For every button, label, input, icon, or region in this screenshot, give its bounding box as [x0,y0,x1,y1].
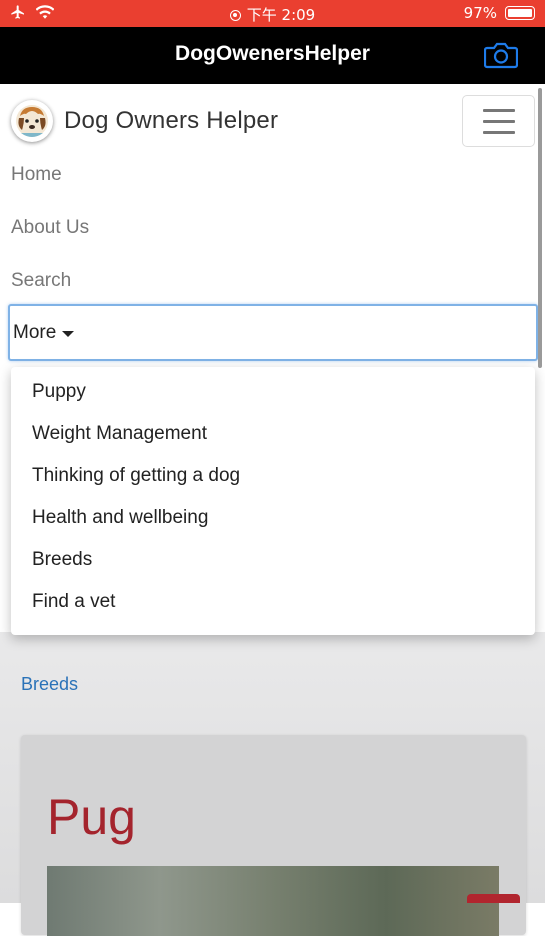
breadcrumb-breeds-link[interactable]: Breeds [21,674,78,695]
more-dropdown-toggle[interactable]: More [8,304,538,361]
battery-percent: 97% [463,4,497,22]
hamburger-icon-bar-2 [483,120,515,123]
breed-photo [47,866,499,936]
webview: Dog Owners Helper Home About Us Search B… [0,84,545,936]
status-bar: 下午 2:09 97% [0,0,545,27]
floating-tab[interactable] [467,894,520,903]
status-time-text: 下午 2:09 [246,6,316,24]
dropdown-item-find-a-vet[interactable]: Find a vet [32,591,115,613]
caret-down-icon [62,331,74,337]
camera-icon[interactable] [484,41,518,69]
breed-card: Pug [21,735,526,936]
app-bar: DogOwenersHelper [0,27,545,84]
navbar-toggle-button[interactable] [462,95,535,147]
brand-logo [11,100,53,142]
more-dropdown-menu: Puppy Weight Management Thinking of gett… [11,367,535,635]
nav-link-search[interactable]: Search [11,270,71,292]
hamburger-icon-bar-3 [483,131,515,134]
brand[interactable]: Dog Owners Helper [11,100,278,142]
scrollbar[interactable] [538,88,542,368]
dog-logo-icon [16,105,48,137]
dropdown-item-puppy[interactable]: Puppy [32,381,86,403]
dropdown-item-breeds[interactable]: Breeds [32,549,92,571]
record-icon [229,10,241,21]
brand-name: Dog Owners Helper [64,107,279,134]
hamburger-icon-bar-1 [483,109,515,112]
dropdown-item-health[interactable]: Health and wellbeing [32,507,208,529]
dropdown-item-weight-management[interactable]: Weight Management [32,423,207,445]
more-label: More [13,322,57,343]
breed-title: Pug [47,789,136,845]
nav-link-home[interactable]: Home [11,164,62,186]
app-title: DogOwenersHelper [175,42,370,65]
nav-link-about[interactable]: About Us [11,217,89,239]
status-right: 97% [464,4,535,22]
dropdown-item-getting-a-dog[interactable]: Thinking of getting a dog [32,465,240,487]
battery-icon [505,6,535,20]
